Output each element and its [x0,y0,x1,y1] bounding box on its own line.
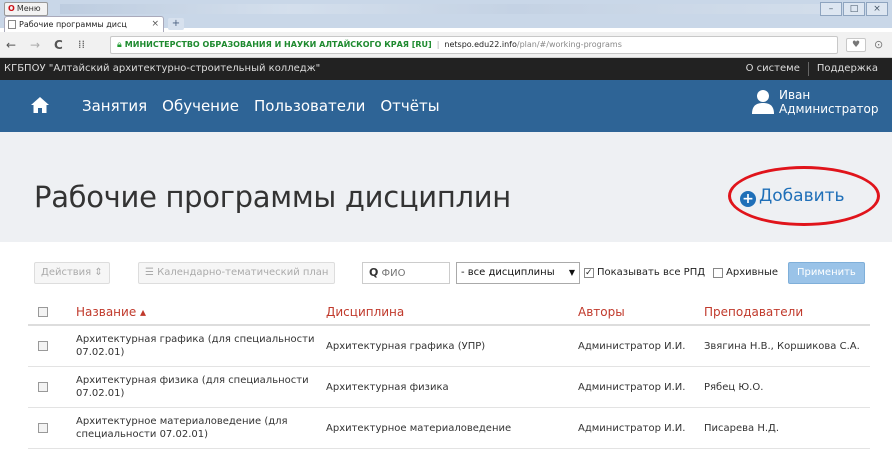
url-field[interactable]: 🔒︎ МИНИСТЕРСТВО ОБРАЗОВАНИЯ И НАУКИ АЛТАЙ… [110,36,838,54]
discipline-select-value: - все дисциплины [461,267,555,278]
top-links: О системе Поддержка [738,58,886,80]
blurred-bookmarks [60,4,820,14]
calendar-plan-button[interactable]: ☰ Календарно-тематический план [138,262,336,284]
search-box[interactable]: Q [362,262,450,284]
checkbox-checked-icon[interactable] [584,266,594,280]
filter-toolbar: Действия ⇕ ☰ Календарно-тематический пла… [0,242,892,300]
nav-item-users[interactable]: Пользователи [254,80,365,132]
cell-authors: Администратор И.И. [578,381,686,393]
download-icon[interactable]: ⊙ [874,38,883,52]
archived-checkbox[interactable]: Архивные [713,266,778,280]
cell-name[interactable]: Архитектурное материаловедение (для спец… [76,408,326,448]
table-row[interactable]: Архитектурное материаловедение (для спец… [28,408,870,449]
cell-teachers: Звягина Н.В., Коршикова С.А. [704,340,860,352]
show-all-checkbox[interactable]: Показывать все РПД [584,266,705,280]
tab-title: Рабочие программы дисц [19,20,127,29]
lock-icon: 🔒︎ [117,40,122,50]
page-icon [8,20,16,29]
page-header: Рабочие программы дисциплин + Добавить [0,132,892,242]
table-header: Название ▴ Дисциплина Авторы Преподавате… [28,300,870,326]
table-row[interactable]: Архитектурная физика (для специальности … [28,367,870,408]
nav-item-education[interactable]: Обучение [162,80,239,132]
close-window-icon[interactable]: × [866,2,888,16]
show-all-label: Показывать все РПД [597,267,706,278]
discipline-select[interactable]: - все дисциплины ▼ [456,262,580,284]
cell-authors: Администратор И.И. [578,422,686,434]
apps-icon[interactable]: ⁞⁞ [78,37,85,53]
checkbox-icon[interactable] [713,268,723,278]
row-select-cell [38,408,58,448]
row-checkbox[interactable] [38,423,48,433]
user-role: Администратор [779,102,879,116]
cell-discipline: Архитектурная графика (УПР) [326,340,486,352]
home-icon[interactable] [30,95,50,115]
support-link[interactable]: Поддержка [809,58,886,80]
main-navigation: Занятия Обучение Пользователи Отчёты Ива… [0,80,892,132]
user-menu[interactable]: Иван Администратор [779,88,879,116]
cell-discipline: Архитектурное материаловедение [326,422,512,434]
programs-table: Название ▴ Дисциплина Авторы Преподавате… [28,300,870,449]
new-tab-button[interactable]: + [168,18,184,30]
url-separator: | [436,40,440,49]
search-icon: Q [369,266,379,279]
cell-name[interactable]: Архитектурная графика (для специальности… [76,326,326,366]
site-top-bar: КГБПОУ "Алтайский архитектурно-строитель… [0,58,892,80]
header-teachers[interactable]: Преподаватели [704,300,864,324]
list-icon: ☰ [145,267,158,278]
archived-label: Архивные [726,267,779,278]
cell-authors: Администратор И.И. [578,340,686,352]
reload-button[interactable]: C [54,37,63,53]
search-input[interactable] [381,268,438,279]
cell-teachers: Рябец Ю.О. [704,381,764,393]
cell-name[interactable]: Архитектурная физика (для специальности … [76,367,326,407]
minimize-icon[interactable]: – [820,2,842,16]
cell-teachers: Писарева Н.Д. [704,422,780,434]
header-discipline[interactable]: Дисциплина [326,300,576,324]
org-name: КГБПОУ "Алтайский архитектурно-строитель… [4,63,321,74]
browser-menu-button[interactable]: O Меню [4,2,48,16]
nav-item-lessons[interactable]: Занятия [82,80,147,132]
row-select-cell [38,367,58,407]
row-checkbox[interactable] [38,341,48,351]
user-icon[interactable] [752,89,774,115]
page-title: Рабочие программы дисциплин [34,180,511,214]
window-controls: – □ × [820,2,888,16]
cell-discipline: Архитектурная физика [326,381,449,393]
header-authors[interactable]: Авторы [578,300,706,324]
select-all-cell [38,300,58,324]
browser-titlebar: O Меню – □ × Рабочие программы дисц × + [0,0,892,32]
header-name[interactable]: Название ▴ [76,300,326,324]
nav-item-reports[interactable]: Отчёты [380,80,439,132]
forward-button[interactable]: → [30,37,40,53]
browser-tab[interactable]: Рабочие программы дисц × [4,16,164,32]
row-select-cell [38,326,58,366]
apply-button[interactable]: Применить [788,262,865,284]
certificate-label: МИНИСТЕРСТВО ОБРАЗОВАНИЯ И НАУКИ АЛТАЙСК… [124,40,432,49]
actions-dropdown[interactable]: Действия ⇕ [34,262,110,284]
url-host: netspo.edu22.info [444,40,517,49]
nav-items: Занятия Обучение Пользователи Отчёты [82,80,455,132]
about-link[interactable]: О системе [738,58,808,80]
calendar-plan-label: Календарно-тематический план [157,267,329,278]
row-checkbox[interactable] [38,382,48,392]
user-first-name: Иван [779,88,811,102]
menu-label: Меню [16,4,41,13]
highlight-annotation [728,166,880,226]
table-row[interactable]: Архитектурная графика (для специальности… [28,326,870,367]
address-bar: ← → C ⁞⁞ 🔒︎ МИНИСТЕРСТВО ОБРАЗОВАНИЯ И НА… [0,32,892,58]
tab-close-icon[interactable]: × [151,17,159,32]
heart-icon[interactable]: ♥ [846,38,866,52]
select-all-checkbox[interactable] [38,307,48,317]
url-path: /plan/#/working-programs [516,40,622,49]
maximize-icon[interactable]: □ [843,2,865,16]
back-button[interactable]: ← [6,37,16,53]
opera-logo-icon: O [8,4,15,13]
dropdown-arrow-icon: ▼ [568,268,575,277]
